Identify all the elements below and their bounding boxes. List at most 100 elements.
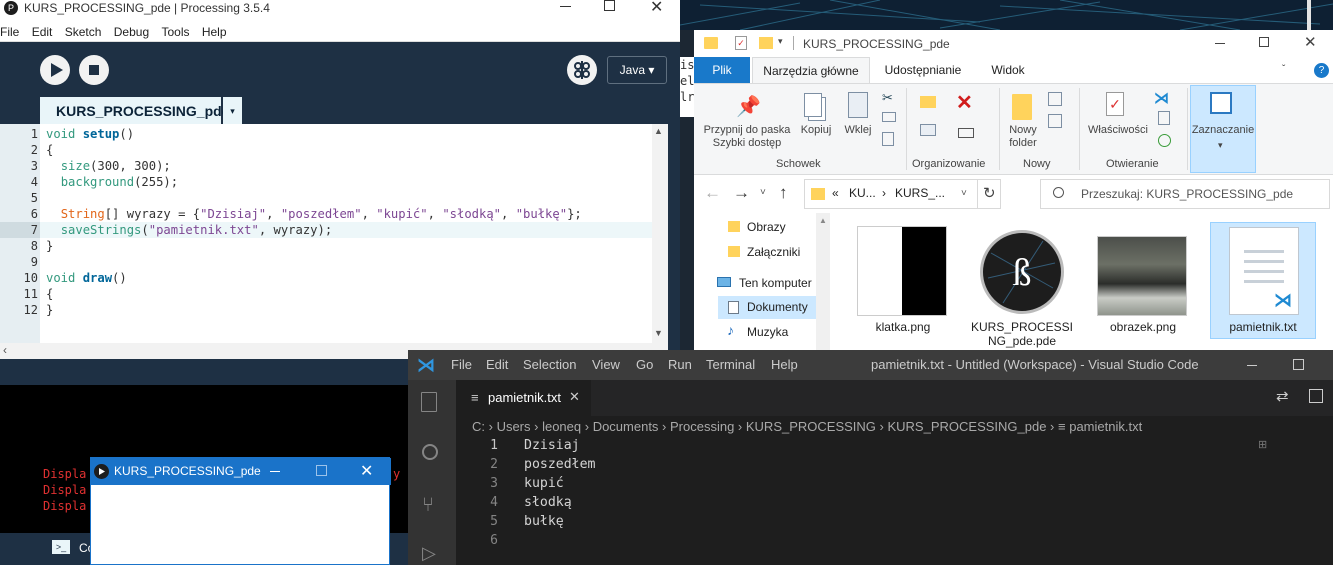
crumb[interactable]: KURS_PROCESSING_pde [887, 419, 1046, 434]
maximize-icon[interactable] [604, 0, 615, 11]
menu-selection[interactable]: Selection [523, 350, 576, 380]
forward-arrow-icon[interactable]: → [733, 183, 750, 203]
up-arrow-icon[interactable]: ↑ [779, 183, 788, 203]
vscode-editor[interactable]: 1 2 3 4 5 6 Dzisiaj poszedłem kupić słodką bułkę [408, 438, 1333, 565]
nav-item-this-pc[interactable]: Ten komputer [710, 272, 816, 294]
nav-item-obrazy[interactable]: Obrazy [718, 216, 816, 238]
properties-icon[interactable]: ✓ [1106, 92, 1124, 116]
tab-view[interactable]: Widok [978, 57, 1038, 83]
close-icon[interactable]: ✕ [360, 461, 373, 481]
sketch-app-icon [94, 464, 109, 479]
select-button[interactable]: Zaznaczanie ▾ [1190, 85, 1256, 173]
delete-icon[interactable]: ✕ [956, 90, 973, 115]
menu-run[interactable]: Run [668, 350, 692, 380]
properties-quick-icon[interactable]: ✓ [735, 36, 747, 50]
maximize-icon[interactable] [1293, 359, 1304, 370]
rename-icon[interactable] [958, 128, 974, 138]
menu-terminal[interactable]: Terminal [706, 350, 755, 380]
new-folder-icon[interactable] [1012, 94, 1032, 120]
tab-home[interactable]: Narzędzia główne [752, 57, 870, 83]
easy-access-icon[interactable] [1048, 114, 1062, 128]
copy-icon[interactable] [804, 93, 822, 117]
crumb[interactable]: Documents [593, 419, 659, 434]
run-button[interactable] [40, 55, 70, 85]
file-item-obrazek[interactable]: obrazek.png [1091, 220, 1195, 348]
tab-share[interactable]: Udostępnianie [874, 57, 972, 83]
quick-access-dropdown-icon[interactable]: ▾ [778, 36, 783, 47]
tab-sketch[interactable]: KURS_PROCESSING_pde [40, 97, 229, 124]
breadcrumb-item[interactable]: KU... [849, 186, 876, 200]
help-icon[interactable]: ? [1314, 63, 1329, 78]
menu-file[interactable]: File [451, 350, 472, 380]
paste-shortcut-icon[interactable] [882, 132, 894, 146]
file-item-pamietnik-selected[interactable]: ⋊ pamietnik.txt [1210, 222, 1316, 339]
new-item-icon[interactable] [1048, 92, 1062, 106]
minimize-icon[interactable] [1215, 43, 1225, 44]
back-arrow-icon[interactable]: ← [704, 183, 721, 203]
scroll-down-arrow-icon[interactable]: ▼ [654, 328, 663, 338]
pin-quick-access-button[interactable]: Przypnij do paska Szybki dostęp [698, 124, 796, 150]
nav-item-music[interactable]: ♪ Muzyka [718, 321, 816, 343]
menu-edit[interactable]: Edit [486, 350, 508, 380]
tab-menu-arrow[interactable]: ▾ [223, 97, 242, 124]
nav-scrollbar[interactable] [816, 213, 830, 350]
scroll-up-arrow-icon[interactable]: ▲ [819, 216, 827, 225]
file-item-klatka[interactable]: klatka.png [851, 220, 955, 348]
copy-path-icon[interactable] [882, 112, 896, 122]
move-to-icon[interactable] [920, 96, 936, 108]
nav-item-documents[interactable]: Dokumenty [718, 296, 816, 319]
crumb-file[interactable]: pamietnik.txt [1069, 419, 1142, 434]
tab-file[interactable]: Plik [694, 57, 750, 83]
address-bar[interactable]: « KU... › KURS_... ˅ ↻ [804, 179, 1001, 209]
scroll-up-arrow-icon[interactable]: ▲ [654, 126, 663, 136]
paste-button[interactable]: Wklej [838, 124, 878, 137]
menu-view[interactable]: View [592, 350, 620, 380]
close-icon[interactable]: ✕ [650, 0, 663, 17]
console-tab-icon[interactable]: >_ [52, 540, 70, 554]
editor-vertical-scrollbar[interactable]: ▲ ▼ [652, 124, 668, 343]
open-with-vscode-icon[interactable]: ⋊ [1154, 89, 1169, 107]
stop-button[interactable] [79, 55, 109, 85]
history-icon[interactable] [1158, 134, 1171, 147]
breadcrumb-overflow[interactable]: « [832, 186, 839, 200]
maximize-icon[interactable] [1259, 37, 1269, 47]
debug-button[interactable] [567, 55, 597, 85]
crumb[interactable]: Users [497, 419, 531, 434]
file-item-kurs-pde[interactable]: ß KURS_PROCESSI NG_pde.pde [970, 220, 1074, 348]
recent-dropdown-icon[interactable]: ˅ [760, 187, 766, 198]
paste-icon[interactable] [848, 92, 868, 118]
sketch-window[interactable]: KURS_PROCESSING_pde ✕ [90, 457, 391, 565]
minimize-icon[interactable] [270, 471, 280, 472]
copy-to-icon[interactable] [920, 124, 936, 136]
breadcrumb-item[interactable]: KURS_... [895, 186, 945, 200]
new-folder-button[interactable]: Nowy folder [1003, 124, 1043, 150]
explorer-icon[interactable] [421, 392, 437, 412]
search-box[interactable]: Przeszukaj: KURS_PROCESSING_pde [1040, 179, 1330, 209]
split-editor-icon[interactable] [1309, 389, 1323, 403]
scroll-left-arrow-icon[interactable]: ‹ [3, 343, 7, 357]
new-folder-quick-icon[interactable] [759, 37, 773, 49]
crumb[interactable]: Processing [670, 419, 734, 434]
properties-button[interactable]: Właściwości [1082, 124, 1154, 137]
tab-pamietnik[interactable]: ≡ pamietnik.txt ✕ [456, 380, 591, 416]
edit-icon[interactable] [1158, 111, 1170, 125]
refresh-icon[interactable]: ↻ [983, 184, 996, 202]
pin-icon[interactable]: 📌 [736, 94, 761, 119]
address-dropdown-icon[interactable]: ˅ [961, 188, 967, 199]
cut-icon[interactable]: ✂ [882, 90, 893, 106]
crumb[interactable]: leoneq [542, 419, 581, 434]
copy-button[interactable]: Kopiuj [796, 124, 836, 137]
minimize-icon[interactable] [560, 6, 571, 7]
close-icon[interactable]: ✕ [1304, 33, 1317, 51]
mode-selector[interactable]: Java ▾ [607, 56, 667, 84]
minimize-icon[interactable] [1247, 365, 1257, 366]
crumb[interactable]: KURS_PROCESSING [746, 419, 876, 434]
menu-help[interactable]: Help [771, 350, 798, 380]
ribbon-collapse-icon[interactable]: ˇ [1282, 64, 1285, 75]
maximize-icon[interactable] [316, 465, 327, 476]
close-tab-icon[interactable]: ✕ [569, 389, 580, 405]
crumb-drive[interactable]: C: [472, 419, 485, 434]
nav-item-zalaczniki[interactable]: Załączniki [718, 241, 816, 263]
menu-go[interactable]: Go [636, 350, 653, 380]
open-changes-icon[interactable]: ⇄ [1276, 387, 1289, 405]
